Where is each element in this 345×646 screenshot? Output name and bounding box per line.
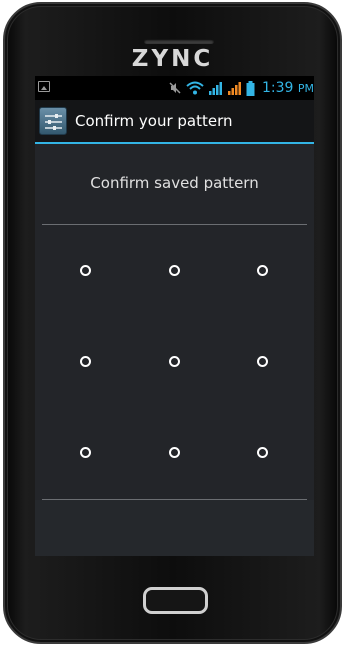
- pattern-dot[interactable]: [169, 447, 180, 458]
- button-area: [35, 500, 314, 556]
- wifi-icon: [186, 81, 204, 95]
- settings-sliders-icon[interactable]: [39, 107, 67, 135]
- image-notification-icon: [38, 81, 50, 92]
- title-bar: Confirm your pattern: [35, 100, 314, 144]
- pattern-dot[interactable]: [80, 356, 91, 367]
- page-title: Confirm your pattern: [75, 112, 233, 130]
- screen: 1:39 PM Confirm your pattern Confirm sav…: [35, 76, 314, 556]
- pattern-dot[interactable]: [257, 447, 268, 458]
- status-icons: 1:39 PM: [168, 78, 314, 98]
- pattern-dot[interactable]: [257, 356, 268, 367]
- pattern-dot[interactable]: [169, 356, 180, 367]
- mute-icon: [169, 82, 181, 94]
- home-button[interactable]: [143, 587, 208, 614]
- signal-icon: [227, 82, 241, 95]
- battery-icon: [246, 80, 255, 96]
- pattern-dot[interactable]: [169, 265, 180, 276]
- pattern-lock-grid[interactable]: [35, 225, 314, 499]
- signal-icon: [208, 82, 222, 95]
- earpiece: [144, 39, 214, 44]
- pattern-dot[interactable]: [257, 265, 268, 276]
- pattern-instruction: Confirm saved pattern: [90, 174, 259, 192]
- status-time: 1:39 PM: [261, 80, 314, 96]
- brand-logo: ZYNC: [131, 46, 214, 72]
- status-ampm: PM: [297, 82, 314, 95]
- status-bar: 1:39 PM: [35, 76, 314, 100]
- pattern-dot[interactable]: [80, 265, 91, 276]
- pattern-dot[interactable]: [80, 447, 91, 458]
